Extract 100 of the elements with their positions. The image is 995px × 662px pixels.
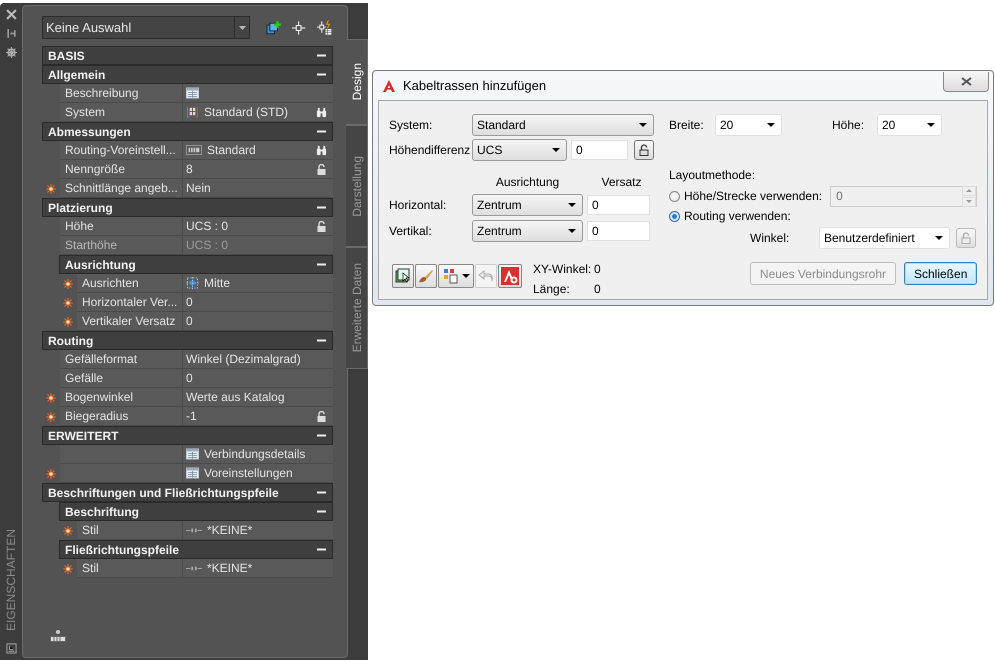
- readout-label: Länge:: [533, 282, 571, 296]
- starburst-icon: [46, 412, 56, 422]
- radio-option[interactable]: Routing verwenden:: [669, 207, 977, 225]
- table-icon[interactable]: [186, 467, 199, 479]
- property-label: Beschreibung: [65, 86, 138, 100]
- close-icon[interactable]: [6, 9, 16, 20]
- category-header[interactable]: Ausrichtung: [59, 255, 333, 274]
- lock-icon[interactable]: [316, 220, 327, 232]
- radio-option[interactable]: Höhe/Strecke verwenden:: [669, 189, 822, 203]
- layout-tool-button[interactable]: [438, 264, 474, 288]
- starburst-icon: [46, 184, 56, 194]
- property-value[interactable]: Voreinstellungen: [204, 466, 293, 480]
- caret-icon: [568, 229, 576, 233]
- category-header[interactable]: Routing: [42, 331, 333, 350]
- lock-icon[interactable]: [316, 164, 327, 174]
- property-value[interactable]: Standard: [207, 143, 256, 157]
- height-dropdown[interactable]: 20: [877, 114, 942, 136]
- brush-tool-button[interactable]: [415, 264, 437, 288]
- help-tool-button[interactable]: [498, 264, 522, 288]
- settings-icon[interactable]: [6, 47, 16, 58]
- category-header[interactable]: Beschriftung: [59, 502, 333, 521]
- property-label: Höhe: [65, 219, 94, 233]
- cable-tray-icon: [50, 629, 66, 643]
- side-tab[interactable]: Design: [346, 39, 368, 125]
- alignment-dropdown[interactable]: Zentrum: [472, 194, 583, 216]
- caret-icon: [238, 26, 246, 30]
- caret-icon: [462, 274, 470, 278]
- lock-button[interactable]: [634, 140, 654, 160]
- up-arrow-icon: [966, 189, 972, 192]
- undo-icon: [478, 269, 494, 283]
- alignment-icon: [186, 277, 199, 289]
- quick-select-icon[interactable]: [316, 20, 332, 36]
- app-logo-icon: [382, 78, 396, 92]
- dialog-button[interactable]: Schließen: [904, 262, 977, 285]
- select-tool-button[interactable]: [392, 264, 414, 288]
- property-label: Gefälleformat: [65, 352, 138, 366]
- system-dropdown[interactable]: Standard: [472, 114, 654, 136]
- category-header[interactable]: ERWEITERT: [42, 426, 333, 445]
- property-value[interactable]: -1: [186, 409, 197, 423]
- caret-icon: [767, 122, 775, 126]
- property-label: Gefälle: [65, 371, 104, 385]
- binoculars-icon[interactable]: [316, 106, 327, 118]
- column-header: Ausrichtung: [494, 175, 560, 189]
- offset-input[interactable]: 0: [587, 195, 650, 215]
- field-label: Vertikal:: [389, 224, 433, 238]
- elevation-dropdown[interactable]: UCS: [472, 138, 567, 160]
- property-value[interactable]: 0: [186, 295, 193, 309]
- side-tab[interactable]: Darstellung: [346, 125, 368, 247]
- property-value[interactable]: 0: [186, 314, 193, 328]
- table-icon[interactable]: [186, 87, 199, 99]
- side-tab[interactable]: Erweiterte Daten: [346, 247, 368, 369]
- property-value[interactable]: UCS : 0: [186, 219, 228, 233]
- property-value[interactable]: Werte aus Katalog: [186, 390, 285, 404]
- field-label: System:: [389, 118, 434, 132]
- property-value[interactable]: Standard (STD): [204, 105, 288, 119]
- property-value[interactable]: 0: [186, 371, 193, 385]
- palette-title: EIGENSCHAFTEN: [4, 528, 18, 631]
- add-selection-icon[interactable]: [266, 20, 282, 36]
- binoculars-icon[interactable]: [316, 144, 327, 156]
- category-header[interactable]: BASIS: [42, 46, 333, 65]
- offset-input[interactable]: 0: [587, 221, 650, 241]
- starburst-icon: [63, 316, 73, 326]
- property-label: Routing-Voreinstell...: [65, 143, 176, 157]
- property-label: Schnittlänge angeb...: [65, 181, 178, 195]
- property-value[interactable]: *KEINE*: [207, 561, 252, 575]
- select-icon: [395, 268, 411, 284]
- property-value[interactable]: Winkel (Dezimalgrad): [186, 352, 301, 366]
- field-label: Höhendifferenz: [389, 142, 468, 156]
- down-arrow-icon: [966, 200, 972, 203]
- property-label: Ausrichten: [82, 276, 139, 290]
- category-header[interactable]: Platzierung: [42, 198, 333, 217]
- section-label: Layoutmethode:: [669, 168, 756, 184]
- property-label: Nenngröße: [65, 162, 126, 176]
- category-header[interactable]: Allgemein: [42, 65, 333, 84]
- help-icon: [501, 267, 519, 285]
- close-button[interactable]: [943, 72, 989, 92]
- selection-dropdown[interactable]: Keine Auswahl: [42, 16, 250, 39]
- category-header[interactable]: Fließrichtungspfeile: [59, 540, 333, 559]
- caret-icon: [639, 122, 647, 126]
- property-value[interactable]: *KEINE*: [207, 523, 252, 537]
- angle-dropdown[interactable]: Benutzerdefiniert: [819, 226, 950, 248]
- width-dropdown[interactable]: 20: [715, 114, 782, 136]
- properties-icon[interactable]: [6, 643, 16, 654]
- starburst-icon: [63, 526, 73, 536]
- property-value[interactable]: Mitte: [204, 276, 230, 290]
- close-icon: [960, 76, 972, 86]
- starburst-icon: [63, 564, 73, 574]
- crosshair-icon[interactable]: [291, 20, 307, 36]
- property-value[interactable]: 8: [186, 162, 193, 176]
- property-value[interactable]: Verbindungsdetails: [204, 447, 306, 461]
- elevation-input[interactable]: 0: [571, 140, 628, 160]
- field-label: Höhe:: [832, 118, 866, 132]
- pin-icon[interactable]: [6, 28, 16, 39]
- category-header[interactable]: Beschriftungen und Fließrichtungspfeile: [42, 483, 333, 502]
- category-header[interactable]: Abmessungen: [42, 122, 333, 141]
- alignment-dropdown[interactable]: Zentrum: [472, 220, 583, 242]
- table-icon[interactable]: [186, 448, 199, 460]
- lock-icon[interactable]: [316, 410, 327, 422]
- property-value[interactable]: Nein: [186, 181, 211, 195]
- starburst-icon: [63, 298, 73, 308]
